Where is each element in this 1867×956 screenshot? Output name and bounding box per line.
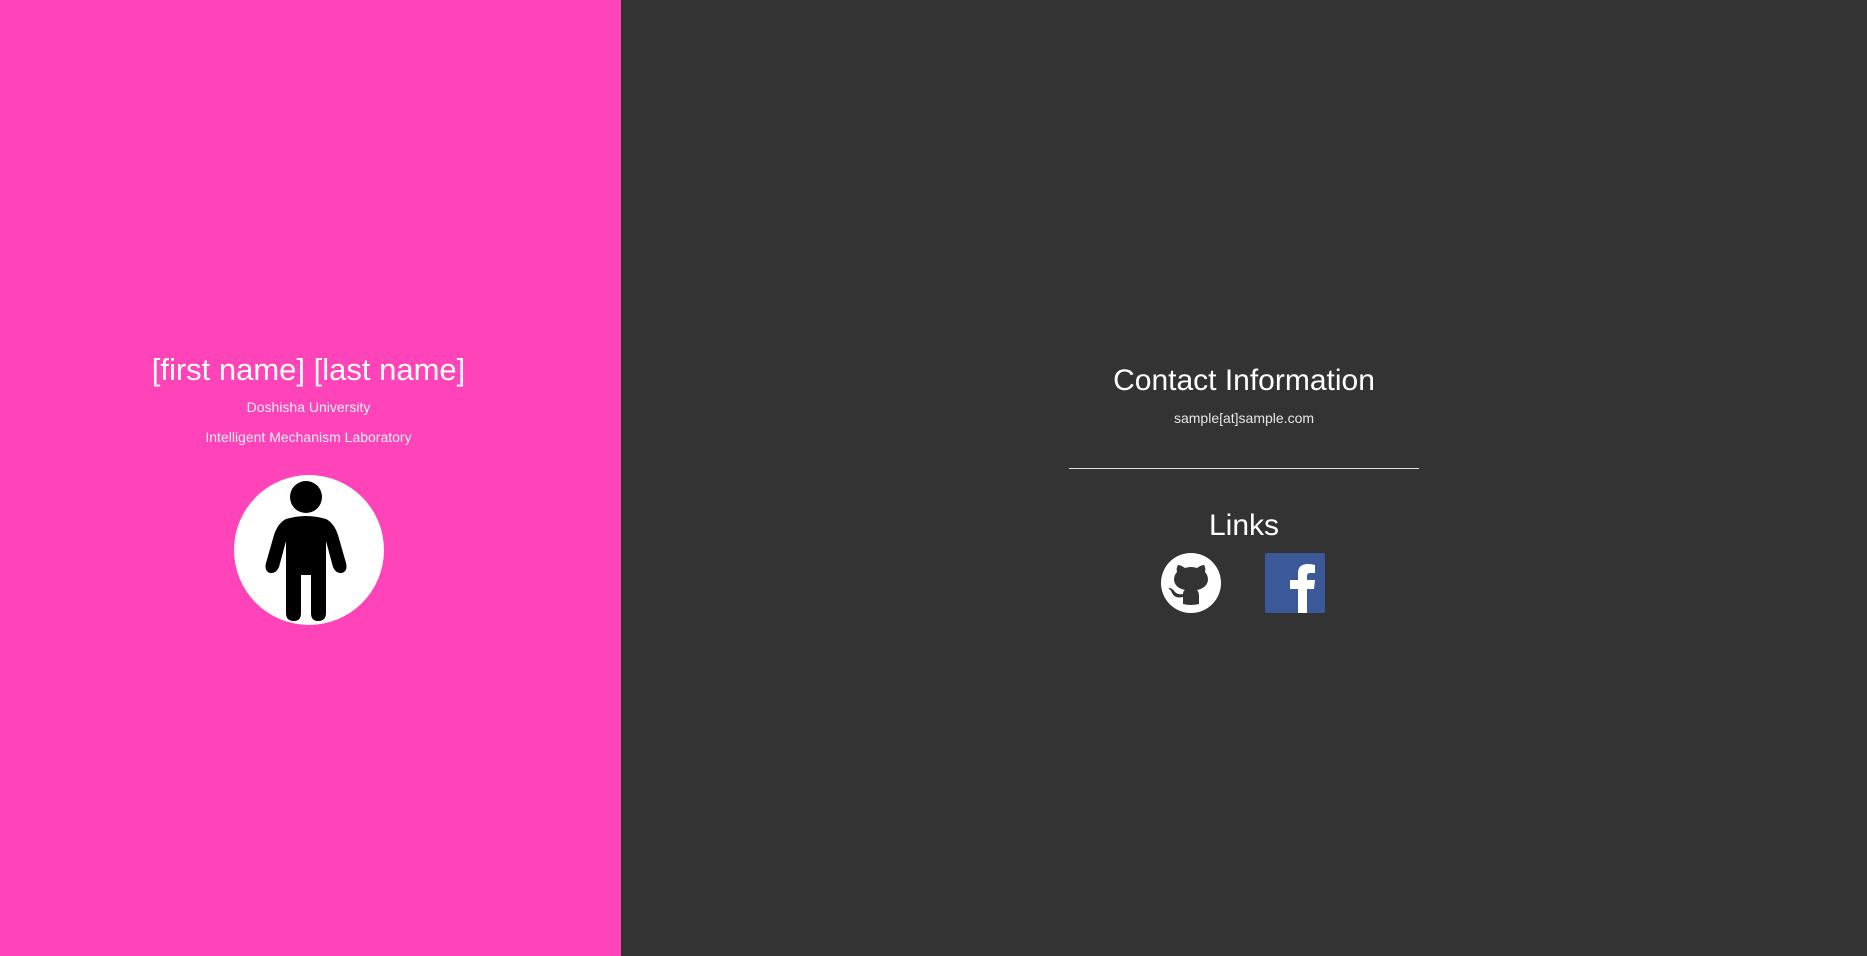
facebook-link[interactable] bbox=[1265, 553, 1325, 613]
contact-title: Contact Information bbox=[1113, 364, 1375, 397]
person-icon bbox=[265, 481, 347, 621]
profile-panel: [first name] [last name] Doshisha Univer… bbox=[0, 0, 621, 956]
contact-panel: Contact Information sample[at]sample.com… bbox=[621, 0, 1867, 956]
email-address: sample[at]sample.com bbox=[1173, 410, 1315, 426]
page: [first name] [last name] Doshisha Univer… bbox=[0, 0, 1867, 956]
university-label: Doshisha University bbox=[246, 399, 371, 415]
laboratory-label: Intelligent Mechanism Laboratory bbox=[205, 429, 412, 445]
github-icon bbox=[1161, 553, 1221, 613]
links-title: Links bbox=[1208, 509, 1280, 542]
github-link[interactable] bbox=[1161, 553, 1221, 613]
facebook-icon bbox=[1265, 553, 1325, 613]
divider bbox=[1069, 468, 1419, 469]
profile-name: [first name] [last name] bbox=[151, 352, 466, 387]
avatar bbox=[234, 475, 384, 625]
